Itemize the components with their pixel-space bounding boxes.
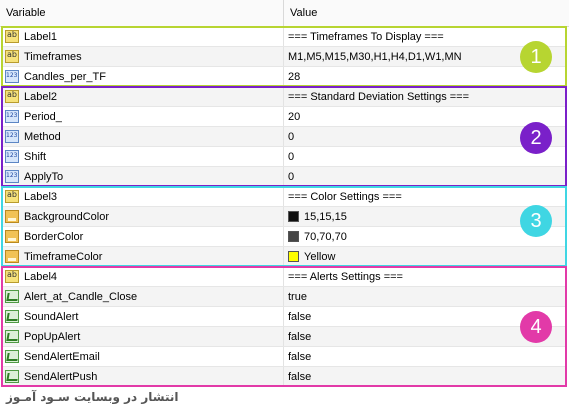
group-number-badge: 4 — [520, 311, 552, 343]
group-number-badge: 3 — [520, 205, 552, 237]
header-column-divider[interactable] — [283, 0, 284, 26]
header-value[interactable]: Value — [290, 7, 317, 19]
group-number-badge: 2 — [520, 122, 552, 154]
group-outline-4 — [1, 266, 567, 387]
watermark-text: انتشار در وبسایت سـود آمـوز — [6, 390, 179, 404]
group-outline-2 — [1, 86, 567, 187]
group-outline-3 — [1, 186, 567, 267]
group-number-badge: 1 — [520, 41, 552, 73]
group-outline-1 — [1, 26, 567, 87]
grid-header: Variable Value — [0, 0, 569, 27]
header-variable[interactable]: Variable — [6, 7, 46, 19]
